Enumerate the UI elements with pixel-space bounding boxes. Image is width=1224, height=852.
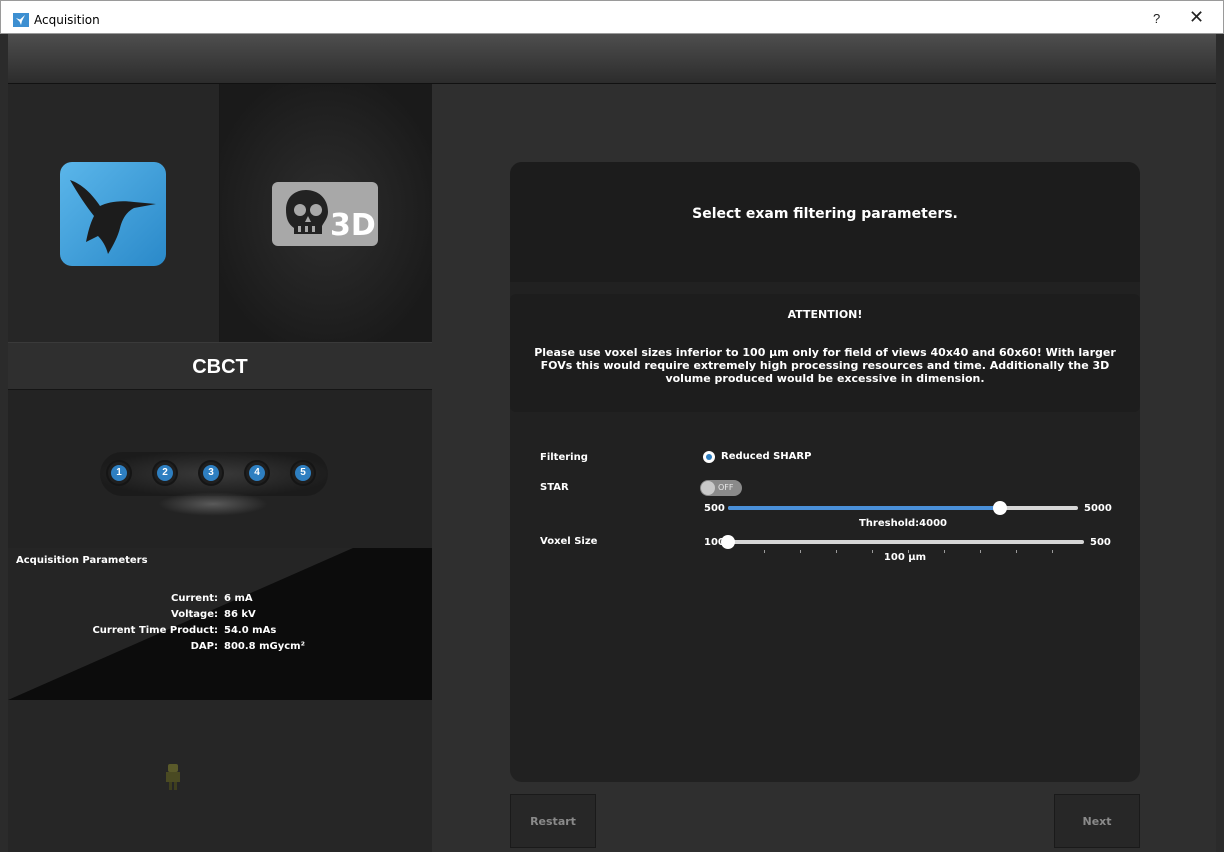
param-current-key: Current: <box>170 593 218 604</box>
voxel-tick <box>764 550 765 553</box>
top-toolbar <box>8 34 1216 84</box>
reduced-sharp-radio[interactable] <box>703 451 715 463</box>
skull-3d-icon: 3D <box>272 182 378 246</box>
attention-title: ATTENTION! <box>787 308 863 321</box>
voxel-max: 500 <box>1090 537 1111 548</box>
threshold-max: 5000 <box>1084 503 1112 514</box>
voxel-size-thumb[interactable] <box>721 535 735 549</box>
attention-box: ATTENTION! Please use voxel sizes inferi… <box>510 294 1140 412</box>
mode-3d-label: 3D <box>330 208 376 243</box>
filtering-card: Select exam filtering parameters. ATTENT… <box>510 162 1140 782</box>
voxel-tick <box>980 550 981 553</box>
param-mas-value: 54.0 mAs <box>224 625 277 636</box>
hummingbird-icon <box>60 162 166 266</box>
selected-mode-label: CBCT <box>8 342 432 390</box>
left-bottom-area <box>8 700 432 852</box>
mode-tile-cbct[interactable] <box>8 84 220 342</box>
voxel-size-slider[interactable] <box>721 535 1084 553</box>
restart-button[interactable]: Restart <box>510 794 596 848</box>
mode-tile-3d[interactable]: 3D <box>220 84 432 342</box>
step-2: 2 <box>154 462 176 484</box>
param-dap-key: DAP: <box>190 641 218 652</box>
step-3: 3 <box>200 462 222 484</box>
next-button[interactable]: Next <box>1054 794 1140 848</box>
star-toggle[interactable]: OFF <box>700 480 742 496</box>
star-toggle-knob <box>701 481 715 495</box>
step-5: 5 <box>292 462 314 484</box>
window-title: Acquisition <box>34 13 100 27</box>
page-title: Select exam filtering parameters. <box>692 206 958 222</box>
param-voltage-value: 86 kV <box>224 609 256 620</box>
main-area: Select exam filtering parameters. ATTENT… <box>432 84 1216 852</box>
star-toggle-state: OFF <box>718 483 734 492</box>
window-titlebar: Acquisition ? ✕ <box>0 0 1224 34</box>
acquisition-parameters-title: Acquisition Parameters <box>16 555 148 566</box>
step-1: 1 <box>108 462 130 484</box>
filtering-label: Filtering <box>540 452 588 463</box>
threshold-slider[interactable] <box>728 501 1078 515</box>
card-header: Select exam filtering parameters. <box>510 162 1140 282</box>
param-mas-key: Current Time Product: <box>92 625 218 636</box>
param-voltage-key: Voltage: <box>171 609 218 620</box>
left-panel: 3D CBCT 1 2 3 4 5 Acquisition Parameters… <box>8 84 432 852</box>
voxel-caption: 100 µm <box>883 552 927 563</box>
voxel-tick <box>1052 550 1053 553</box>
voxel-size-label: Voxel Size <box>540 536 598 547</box>
close-button[interactable]: ✕ <box>1189 7 1204 28</box>
voxel-tick <box>1016 550 1017 553</box>
acquisition-parameters-panel: Acquisition Parameters Current: 6 mA Vol… <box>8 548 432 700</box>
threshold-fill <box>728 506 1001 510</box>
param-dap-value: 800.8 mGycm² <box>224 641 305 652</box>
voxel-tick <box>800 550 801 553</box>
threshold-thumb[interactable] <box>993 501 1008 515</box>
threshold-caption: Threshold:4000 <box>858 518 947 529</box>
attention-text: Please use voxel sizes inferior to 100 µ… <box>534 346 1116 385</box>
star-label: STAR <box>540 482 569 493</box>
reduced-sharp-label[interactable]: Reduced SHARP <box>721 451 811 462</box>
step-4: 4 <box>246 462 268 484</box>
help-button[interactable]: ? <box>1153 11 1160 26</box>
threshold-min: 500 <box>704 503 725 514</box>
param-current-value: 6 mA <box>224 593 253 604</box>
device-icon <box>166 764 180 790</box>
step-indicator: 1 2 3 4 5 <box>8 390 432 548</box>
bird-app-icon <box>13 13 29 27</box>
steps-glow <box>158 492 268 516</box>
